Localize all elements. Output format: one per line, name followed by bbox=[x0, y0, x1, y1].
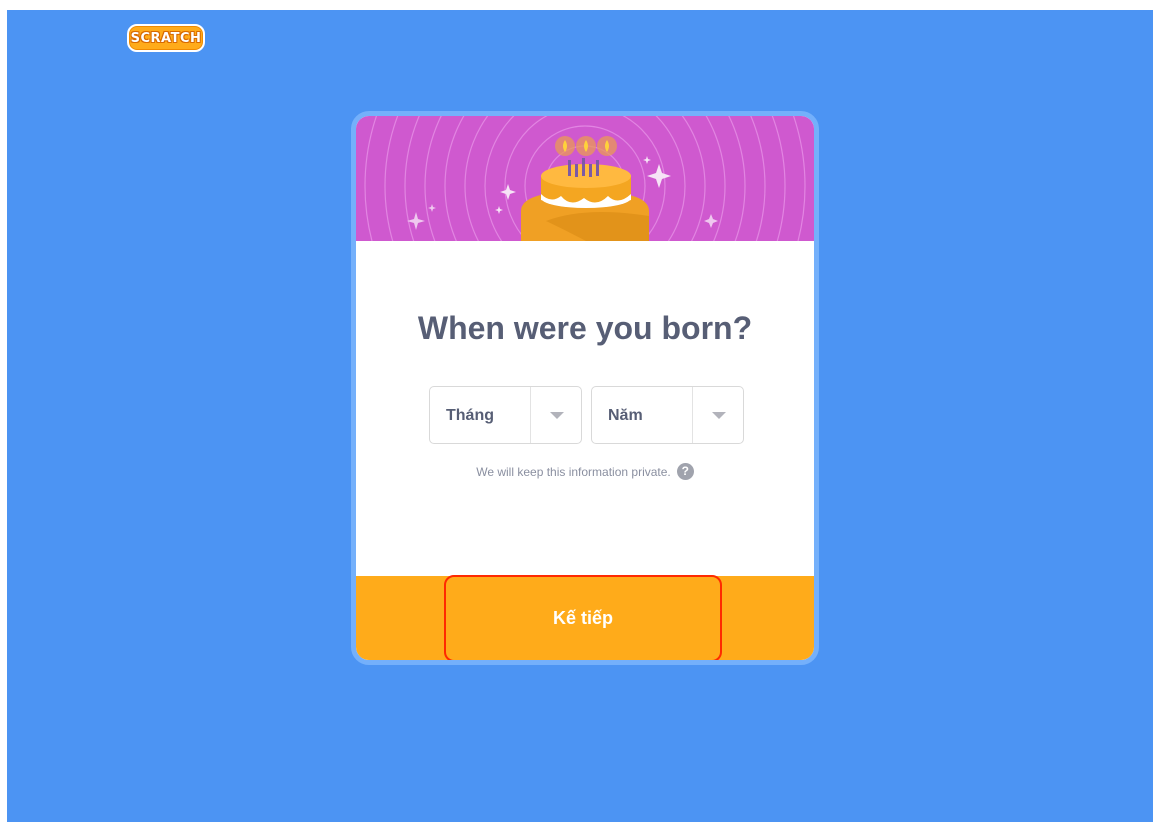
scratch-logo[interactable]: SCRATCH bbox=[127, 24, 205, 52]
privacy-note: We will keep this information private. ? bbox=[356, 463, 814, 480]
chevron-down-icon bbox=[712, 412, 726, 419]
month-select-divider bbox=[530, 387, 531, 443]
year-select-divider bbox=[692, 387, 693, 443]
privacy-text: We will keep this information private. bbox=[476, 464, 671, 479]
dialog-content: When were you born? Tháng Năm We will ke… bbox=[356, 241, 814, 576]
month-select-value: Tháng bbox=[446, 407, 494, 424]
help-icon[interactable]: ? bbox=[676, 463, 694, 480]
year-select[interactable]: Năm bbox=[591, 386, 744, 444]
next-button[interactable]: Kế tiếp bbox=[444, 575, 722, 660]
page-background: SCRATCH When were you born? Tháng Năm We… bbox=[7, 10, 1153, 822]
chevron-down-icon bbox=[550, 412, 564, 419]
birthdate-dialog: When were you born? Tháng Năm We will ke… bbox=[351, 111, 819, 665]
dialog-footer: Kế tiếp bbox=[356, 575, 814, 660]
cake-banner bbox=[356, 116, 814, 241]
birthday-cake-illustration bbox=[356, 116, 814, 241]
month-select[interactable]: Tháng bbox=[429, 386, 582, 444]
scratch-logo-text: SCRATCH bbox=[130, 30, 202, 46]
year-select-value: Năm bbox=[608, 407, 643, 424]
dialog-title: When were you born? bbox=[417, 310, 753, 346]
